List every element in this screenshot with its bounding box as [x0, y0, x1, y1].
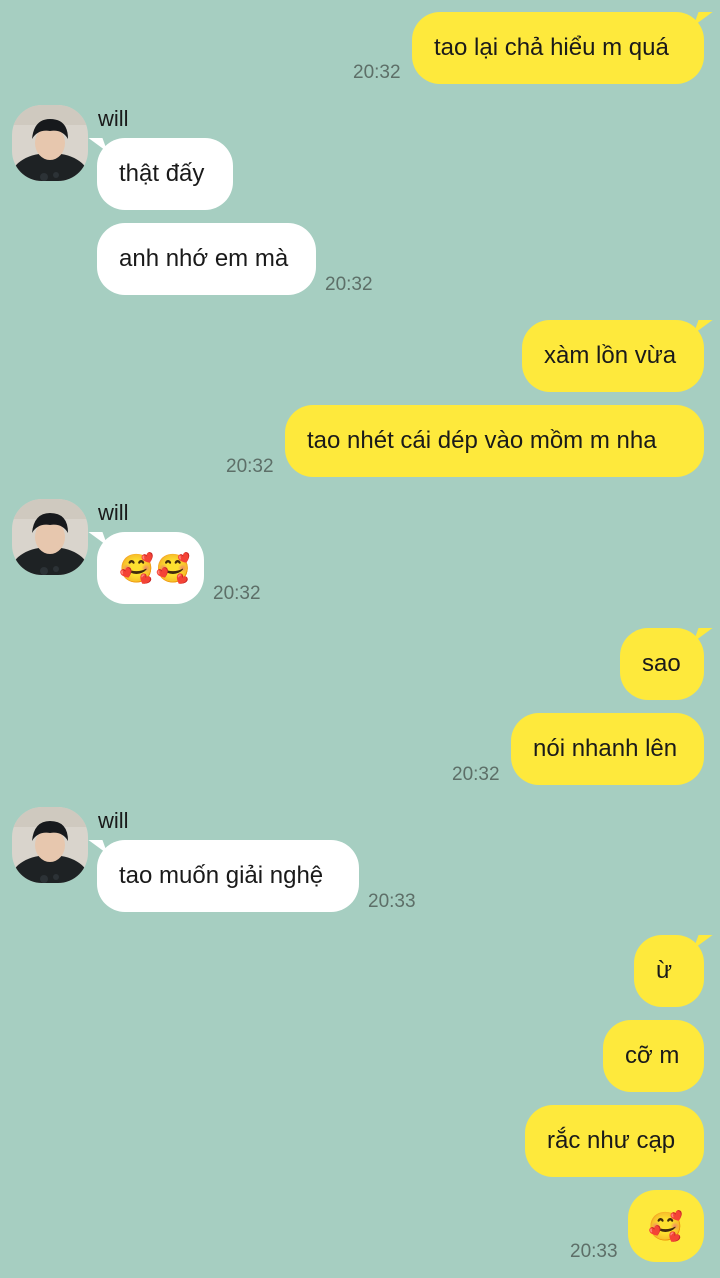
contact-avatar[interactable]: [12, 499, 88, 575]
message-bubble-outgoing[interactable]: tao nhét cái dép vào mồm m nha: [285, 405, 704, 477]
message-bubble-incoming[interactable]: thật đấy: [97, 138, 233, 210]
contact-name: will: [98, 808, 129, 833]
message-bubble-outgoing[interactable]: 🥰: [628, 1190, 704, 1262]
message-timestamp: 20:32: [353, 62, 401, 83]
message-bubble-incoming[interactable]: tao muốn giải nghệ: [97, 840, 359, 912]
message-bubble-outgoing[interactable]: tao lại chả hiểu m quá: [412, 12, 704, 84]
message-bubble-outgoing[interactable]: sao: [620, 628, 704, 700]
message-timestamp: 20:32: [226, 456, 274, 477]
message-bubble-outgoing[interactable]: cỡ m: [603, 1020, 704, 1092]
message-timestamp: 20:33: [368, 891, 416, 912]
contact-avatar[interactable]: [12, 105, 88, 181]
avatar-icon: [12, 499, 88, 575]
message-timestamp: 20:32: [213, 583, 261, 604]
message-bubble-incoming[interactable]: 🥰🥰: [97, 532, 204, 604]
message-bubble-incoming[interactable]: anh nhớ em mà: [97, 223, 316, 295]
message-bubble-outgoing[interactable]: nói nhanh lên: [511, 713, 704, 785]
avatar-icon: [12, 105, 88, 181]
message-timestamp: 20:32: [452, 764, 500, 785]
message-timestamp: 20:33: [570, 1241, 618, 1262]
message-bubble-outgoing[interactable]: rắc như cạp: [525, 1105, 704, 1177]
message-bubble-outgoing[interactable]: ừ: [634, 935, 704, 1007]
contact-name: will: [98, 106, 129, 131]
contact-name: will: [98, 500, 129, 525]
avatar-icon: [12, 807, 88, 883]
contact-avatar[interactable]: [12, 807, 88, 883]
message-bubble-outgoing[interactable]: xàm lồn vừa: [522, 320, 704, 392]
message-timestamp: 20:32: [325, 274, 373, 295]
